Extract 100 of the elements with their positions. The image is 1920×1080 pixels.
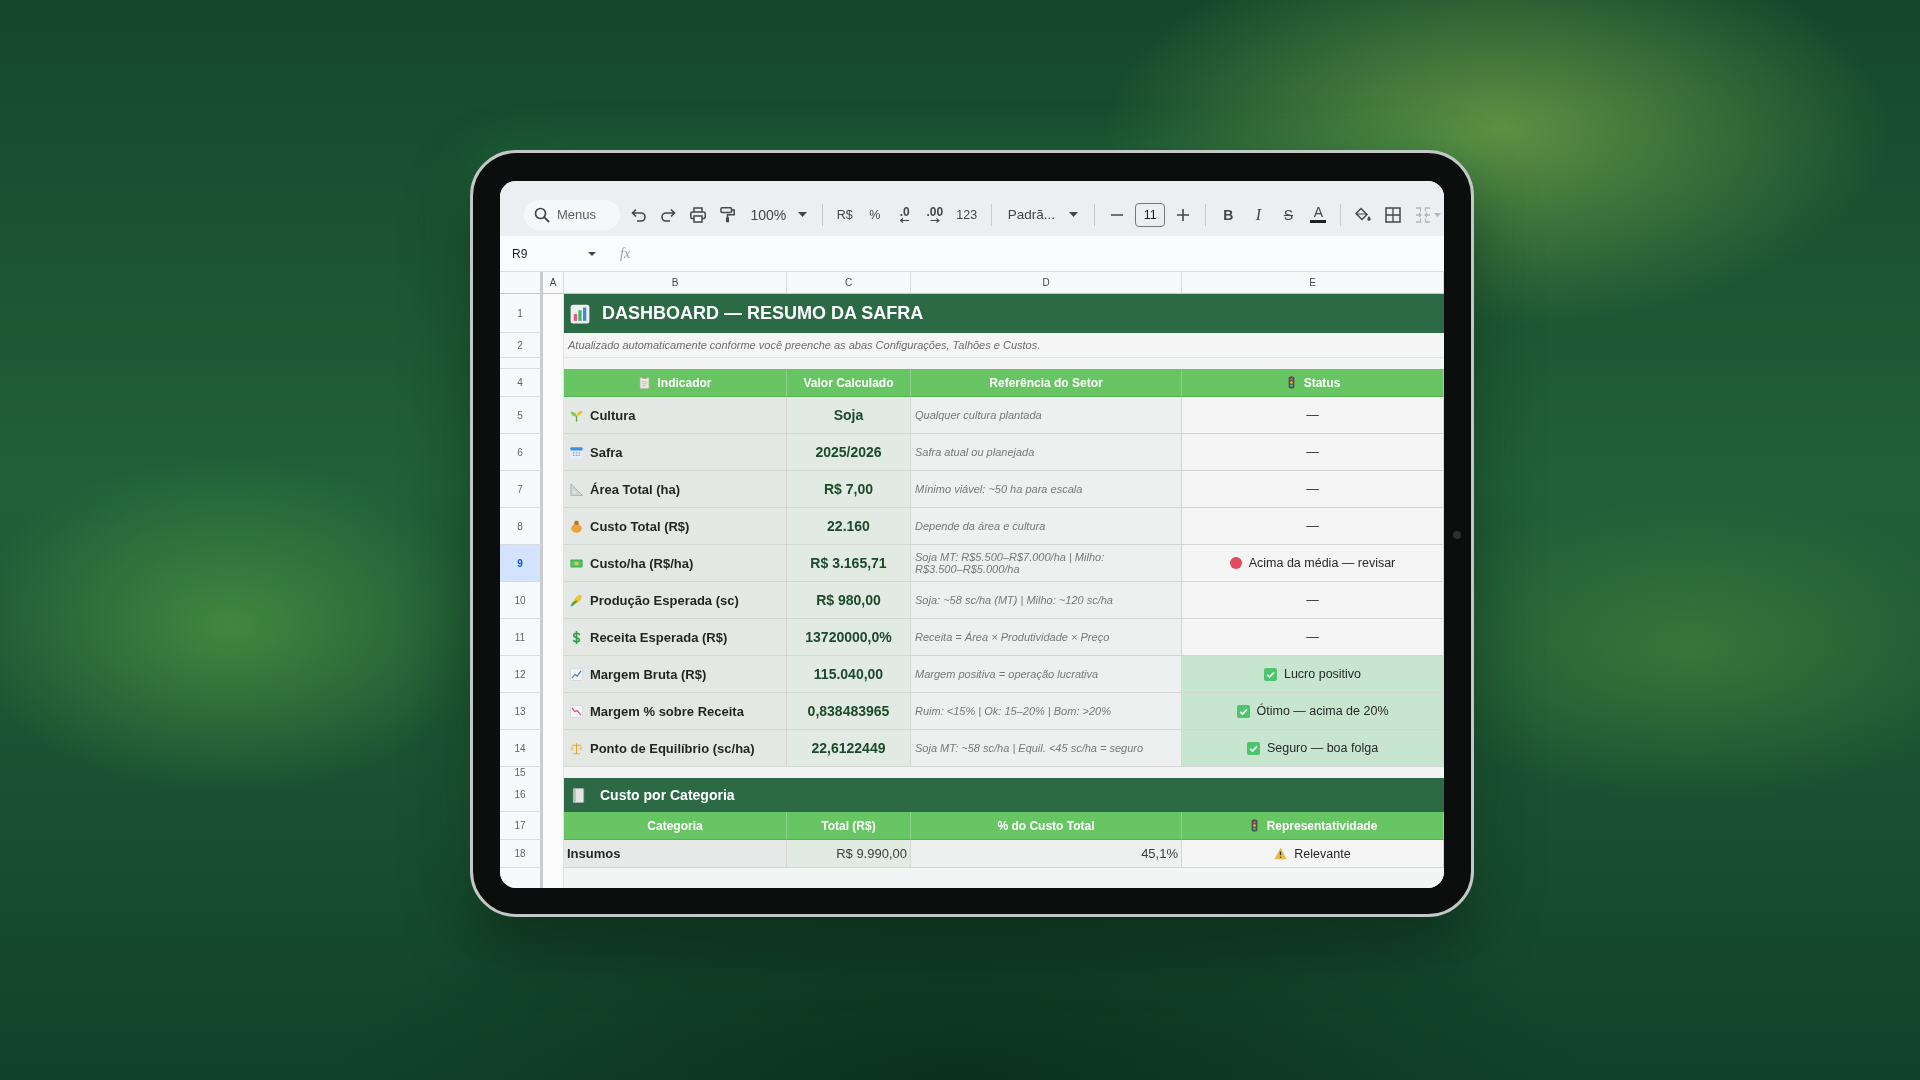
column-header[interactable]: A xyxy=(543,272,564,293)
calendar-icon xyxy=(570,445,583,459)
value-cell: 115.040,00 xyxy=(787,656,911,693)
status-label: — xyxy=(1306,630,1319,644)
column-header[interactable]: E xyxy=(1182,272,1444,293)
undo-icon xyxy=(630,207,646,222)
balance-scale-icon xyxy=(570,741,583,755)
reference-cell: Ruim: <15% | Ok: 15–20% | Bom: >20% xyxy=(911,693,1182,730)
row-number[interactable]: 9 xyxy=(500,545,543,582)
indicator-label: Receita Esperada (R$) xyxy=(590,629,728,645)
italic-button[interactable]: I xyxy=(1246,200,1271,229)
status-label: — xyxy=(1306,593,1319,607)
indicator-label: Cultura xyxy=(590,407,636,423)
search-field[interactable]: Menus xyxy=(524,199,620,230)
plus-icon xyxy=(1177,208,1190,221)
header-label: Representatividade xyxy=(1266,818,1378,833)
column-header[interactable]: D xyxy=(911,272,1182,293)
right-arrow-icon xyxy=(929,218,940,223)
format-button[interactable]: 123 xyxy=(952,200,981,229)
bold-button[interactable]: B xyxy=(1216,200,1241,229)
share-cell: 45,1% xyxy=(911,840,1182,868)
row-number[interactable]: 16 xyxy=(500,778,543,812)
value-cell: 0,838483965 xyxy=(787,693,911,730)
banknote-icon xyxy=(570,556,583,570)
status-label: Relevante xyxy=(1294,846,1351,861)
header-label: Total (R$) xyxy=(821,818,876,833)
status-label: — xyxy=(1306,482,1319,496)
font-size-field[interactable]: 11 xyxy=(1135,202,1166,227)
zoom-dropdown[interactable]: 100% xyxy=(746,200,812,229)
value-cell: R$ 7,00 xyxy=(787,471,911,508)
warning-icon xyxy=(1274,847,1288,860)
value-cell: R$ 980,00 xyxy=(787,582,911,619)
indicator-label: Custo/ha (R$/ha) xyxy=(590,555,694,571)
caret-icon xyxy=(588,251,596,256)
reference-cell: Margem positiva = operação lucrativa xyxy=(911,656,1182,693)
paint-roller-icon xyxy=(720,206,736,223)
font-dropdown[interactable]: Padrã... xyxy=(1001,200,1085,229)
value-cell: 2025/2026 xyxy=(787,434,911,471)
status-label: Lucro positivo xyxy=(1283,667,1362,681)
triangle-ruler-icon xyxy=(570,482,583,496)
caret-icon xyxy=(1433,212,1441,217)
text-color-button[interactable]: A xyxy=(1306,200,1331,229)
format-button[interactable]: % xyxy=(862,200,887,229)
caret-icon xyxy=(1068,212,1078,217)
category-cell: Insumos xyxy=(564,840,787,868)
indicator-label: Custo Total (R$) xyxy=(590,518,690,534)
indicator-label: Margem Bruta (R$) xyxy=(590,666,707,682)
merge-icon xyxy=(1414,206,1431,223)
format-button[interactable]: R$ xyxy=(832,200,857,229)
rising-chart-icon xyxy=(570,667,583,681)
status-label: — xyxy=(1306,445,1319,459)
header-label: Categoria xyxy=(647,818,703,833)
reference-cell: Depende da área e cultura xyxy=(911,508,1182,545)
swatch-icon xyxy=(1310,220,1327,223)
status-label: — xyxy=(1306,408,1319,422)
column-header[interactable]: B xyxy=(564,272,787,293)
status-label: Seguro — boa folga xyxy=(1266,741,1379,755)
reference-cell: Soja MT: ~58 sc/ha | Equil. <45 sc/ha = seguro xyxy=(911,730,1182,767)
camera-icon xyxy=(1453,531,1461,539)
dollar-sign-icon xyxy=(570,630,583,644)
value-cell: 22,6122449 xyxy=(787,730,911,767)
notebook-icon xyxy=(571,787,586,803)
left-arrow-icon xyxy=(899,218,910,223)
reference-cell: Safra atual ou planejada xyxy=(911,434,1182,471)
search-icon xyxy=(534,206,550,223)
borders-icon xyxy=(1385,206,1402,223)
reference-cell: Soja: ~58 sc/ha (MT) | Milho: ~120 sc/ha xyxy=(911,582,1182,619)
indicator-label: Produção Esperada (sc) xyxy=(590,592,739,608)
print-icon xyxy=(690,206,706,223)
indicator-label: Ponto de Equilíbrio (sc/ha) xyxy=(590,740,755,756)
indicator-label: Área Total (ha) xyxy=(590,481,681,497)
section-title: Custo por Categoria xyxy=(600,787,735,803)
falling-chart-icon xyxy=(570,704,583,718)
reference-cell: Soja MT: R$5.500–R$7.000/ha | Milho: R$3.500–R$5.000/ha xyxy=(911,545,1182,582)
column-header[interactable]: C xyxy=(787,272,911,293)
paint-bucket-icon xyxy=(1355,207,1372,222)
header-label: Status xyxy=(1303,375,1341,390)
status-label: Ótimo — acima de 20% xyxy=(1256,704,1389,718)
money-bag-icon xyxy=(570,519,583,533)
minus-icon xyxy=(1111,213,1124,216)
reference-cell: Mínimo viável: ~50 ha para escala xyxy=(911,471,1182,508)
strikethrough-button[interactable]: S xyxy=(1276,200,1301,229)
value-cell: 22.160 xyxy=(787,508,911,545)
bar-chart-icon xyxy=(570,303,590,324)
decrease-decimals-button[interactable]: .0 xyxy=(892,200,917,229)
function-label: fx xyxy=(620,245,631,262)
checkbox-icon xyxy=(1246,741,1260,755)
value-cell: R$ 3.165,71 xyxy=(787,545,911,582)
checkbox-icon xyxy=(1236,704,1250,718)
header-label: Valor Calculado xyxy=(803,375,894,390)
increase-decimals-button[interactable]: .00 xyxy=(922,200,947,229)
status-label: Acima da média — revisar xyxy=(1248,556,1396,570)
header-label: % do Custo Total xyxy=(997,818,1095,833)
reference-cell: Qualquer cultura plantada xyxy=(911,397,1182,434)
value-cell: Soja xyxy=(787,397,911,434)
caret-icon xyxy=(798,212,808,217)
name-box[interactable]: R9 xyxy=(512,246,598,261)
value-cell: 13720000,0% xyxy=(787,619,911,656)
header-label: Indicador xyxy=(657,375,712,390)
reference-cell: Receita = Área × Produtividade × Preço xyxy=(911,619,1182,656)
